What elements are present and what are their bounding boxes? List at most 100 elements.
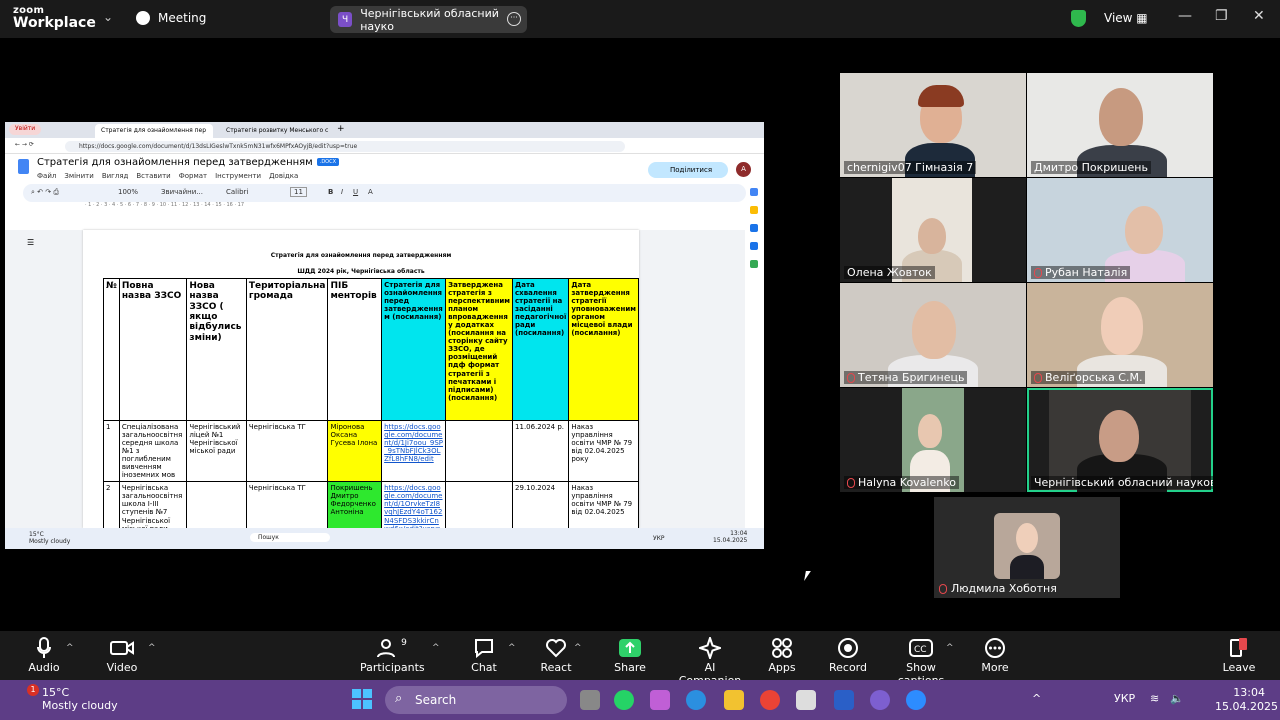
search-icon[interactable]: ⌕ ↶ ↷ ⎙ — [31, 188, 59, 197]
weather-widget[interactable]: 15°C Mostly cloudy — [42, 686, 118, 712]
menu-view[interactable]: Вигляд — [102, 172, 129, 180]
record-button[interactable]: Record — [828, 635, 868, 674]
participant-tile[interactable]: Людмила Хоботня — [934, 497, 1120, 598]
docs-toolbar: ⌕ ↶ ↷ ⎙ 100% Звичайни... Calibri 11 B I … — [23, 184, 746, 202]
participant-tile[interactable]: Тетяна Бригинець — [840, 283, 1026, 387]
strategy-link[interactable]: https://docs.google.com/document/d/1Ji7o… — [381, 419, 447, 483]
new-tab-icon[interactable]: + — [337, 124, 345, 134]
menu-edit[interactable]: Змінити — [64, 172, 93, 180]
leave-button[interactable]: Leave — [1222, 635, 1256, 674]
chevron-down-icon[interactable]: ⌄ — [103, 10, 113, 24]
tab-strategy-mena[interactable]: Стратегія розвитку Менського с — [220, 124, 330, 138]
participants-button[interactable]: 9 Participants — [360, 635, 425, 674]
language-indicator[interactable]: УКР — [1114, 692, 1135, 705]
font-select[interactable]: Calibri — [226, 188, 248, 196]
menu-file[interactable]: Файл — [37, 172, 56, 180]
docs-share-button[interactable]: Поділитися — [648, 162, 728, 178]
menu-insert[interactable]: Вставити — [136, 172, 170, 180]
meeting-icon — [136, 11, 150, 25]
nav-arrows-icon[interactable]: ← → ⟳ — [15, 141, 34, 148]
tray-chevron-icon[interactable]: ^ — [1032, 692, 1041, 705]
wifi-icon[interactable]: ≋ — [1150, 692, 1159, 705]
viber-icon[interactable] — [870, 690, 890, 710]
close-icon[interactable]: ✕ — [1253, 8, 1265, 24]
calendar-icon[interactable] — [750, 188, 758, 196]
outline-icon[interactable]: ☰ — [27, 238, 34, 247]
audio-button[interactable]: Audio — [22, 635, 66, 674]
tasks-icon[interactable] — [750, 224, 758, 232]
table-header: Стратегія для ознайомлення перед затверд… — [381, 278, 447, 421]
apps-button[interactable]: Apps — [762, 635, 802, 674]
active-speaker-tile[interactable]: Чернігівський обласний науковий лі... — [1027, 388, 1213, 492]
text-color-icon[interactable]: A — [368, 188, 373, 196]
video-button[interactable]: Video — [100, 635, 144, 674]
audio-options-chevron[interactable]: ^ — [66, 643, 74, 653]
apps-icon — [762, 635, 802, 661]
zoom-taskbar-icon[interactable] — [906, 690, 926, 710]
taskbar-search[interactable]: ⌕ Search — [385, 686, 567, 714]
shared-screen: Увійти Стратегія для ознайомлення пер Ст… — [5, 122, 764, 549]
contacts-icon[interactable] — [750, 242, 758, 250]
menu-help[interactable]: Довідка — [269, 172, 298, 180]
taskbar-clock[interactable]: 13:04 15.04.2025 — [1215, 686, 1278, 714]
user-avatar[interactable]: A — [736, 162, 751, 177]
participant-tile[interactable]: Веліґорська С.М. — [1027, 283, 1213, 387]
chat-button[interactable]: Chat — [464, 635, 504, 674]
store-icon[interactable] — [796, 690, 816, 710]
maps-icon[interactable] — [750, 260, 758, 268]
menu-format[interactable]: Формат — [179, 172, 207, 180]
more-icon[interactable]: ··· — [507, 12, 521, 26]
chrome-icon[interactable] — [760, 690, 780, 710]
participant-tile[interactable]: Олена Жовток — [840, 178, 1026, 282]
task-view-icon[interactable] — [580, 690, 600, 710]
remote-weather: 15°C Mostly cloudy — [29, 531, 71, 545]
muted-mic-icon — [1034, 372, 1042, 383]
participant-tile[interactable]: chernigiv07 Гімназія 7 — [840, 73, 1026, 177]
bold-icon[interactable]: B — [328, 188, 333, 196]
more-button[interactable]: More — [976, 635, 1014, 674]
profile-button[interactable]: Увійти — [9, 124, 42, 135]
font-size-input[interactable]: 11 — [290, 187, 307, 197]
minimize-icon[interactable]: — — [1178, 8, 1192, 24]
participant-tile[interactable]: Дмитро Покришень — [1027, 73, 1213, 177]
table-header: Нова назва ЗЗСО ( якщо відбулись зміни) — [186, 278, 247, 421]
url-input[interactable]: https://docs.google.com/document/d/13dsL… — [65, 141, 625, 152]
save-app-icon[interactable] — [834, 690, 854, 710]
security-shield-icon[interactable] — [1071, 10, 1086, 27]
docs-header: Стратегія для ознайомлення перед затверд… — [5, 154, 764, 184]
participants-options-chevron[interactable]: ^ — [432, 643, 440, 653]
volume-icon[interactable]: 🔈 — [1170, 692, 1184, 705]
meeting-menu[interactable]: Meeting — [136, 11, 206, 25]
muted-mic-icon — [847, 477, 855, 488]
view-button[interactable]: View ▦ — [1104, 11, 1148, 25]
zoom-title-bar: zoom Workplace ⌄ Meeting Ч Чернігівський… — [0, 0, 1280, 38]
file-explorer-icon[interactable] — [724, 690, 744, 710]
zoom-select[interactable]: 100% — [118, 188, 138, 196]
copilot-icon[interactable] — [650, 690, 670, 710]
doc-title[interactable]: Стратегія для ознайомлення перед затверд… — [37, 157, 340, 168]
edge-icon[interactable] — [686, 690, 706, 710]
browser-tab-strip: Увійти Стратегія для ознайомлення пер Ст… — [5, 122, 764, 138]
share-screen-icon — [608, 635, 652, 661]
windows-taskbar: 1 15°C Mostly cloudy ⌕ Search ^ УКР ≋ 🔈 13… — [0, 680, 1280, 720]
chat-options-chevron[interactable]: ^ — [508, 643, 516, 653]
participant-tile[interactable]: Halyna Kovalenko — [840, 388, 1026, 492]
whatsapp-icon[interactable] — [614, 690, 634, 710]
maximize-icon[interactable]: ❐ — [1215, 8, 1228, 24]
tab-document[interactable]: Стратегія для ознайомлення пер — [95, 124, 213, 138]
participant-tile[interactable]: Рубан Наталія — [1027, 178, 1213, 282]
video-options-chevron[interactable]: ^ — [148, 643, 156, 653]
react-options-chevron[interactable]: ^ — [574, 643, 582, 653]
underline-icon[interactable]: U — [353, 188, 358, 196]
keep-icon[interactable] — [750, 206, 758, 214]
react-button[interactable]: React — [536, 635, 576, 674]
meeting-title-pill[interactable]: Ч Чернігівський обласний науко ··· — [330, 6, 527, 33]
share-screen-button[interactable]: Share — [608, 635, 652, 674]
style-select[interactable]: Звичайни... — [161, 188, 203, 196]
captions-options-chevron[interactable]: ^ — [946, 643, 954, 653]
zoom-logo: zoom Workplace — [13, 5, 96, 31]
menu-tools[interactable]: Інструменти — [215, 172, 261, 180]
italic-icon[interactable]: I — [341, 188, 343, 196]
address-bar: ← → ⟳ https://docs.google.com/document/d… — [5, 138, 764, 154]
windows-start-icon[interactable] — [352, 689, 372, 709]
